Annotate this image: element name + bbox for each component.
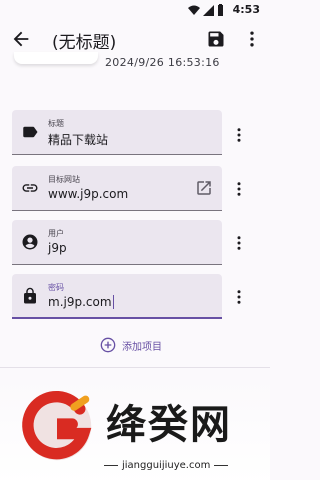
account-circle-icon — [22, 234, 38, 250]
website-field[interactable]: 目标网站 www.j9p.com — [12, 166, 222, 211]
signal-icon — [203, 4, 214, 16]
add-item-label: 添加项目 — [122, 341, 162, 353]
title-field-value[interactable]: 精品下载站 — [48, 131, 108, 148]
more-vert-icon[interactable] — [242, 29, 262, 49]
website-more-icon[interactable] — [230, 180, 248, 198]
back-arrow-icon[interactable] — [10, 28, 32, 50]
status-time: 4:53 — [232, 3, 260, 16]
watermark: 绛癸网 jiangguijiuye.com — [0, 380, 270, 480]
watermark-url-text: jiangguijiuye.com — [122, 460, 211, 471]
title-field-label: 标题 — [48, 119, 64, 128]
wifi-icon — [188, 5, 200, 15]
status-icons — [188, 4, 224, 16]
watermark-url: jiangguijiuye.com — [104, 460, 229, 471]
battery-icon — [218, 4, 223, 16]
watermark-brand: 绛癸网 — [106, 402, 232, 448]
url-dash-left — [104, 465, 118, 466]
url-dash-right — [214, 465, 229, 466]
password-field-value[interactable]: m.j9p.com — [48, 295, 114, 309]
section-divider — [0, 367, 270, 368]
label-tag-icon — [23, 126, 38, 138]
text-cursor — [112, 295, 114, 309]
status-bar: 4:53 — [0, 0, 270, 20]
username-field-label: 用户 — [48, 229, 64, 238]
icon-card-peek[interactable] — [14, 52, 98, 64]
page-title: (无标题) — [52, 33, 117, 53]
entry-datetime: 2024/9/26 16:53:16 — [105, 56, 220, 69]
website-field-value[interactable]: www.j9p.com — [48, 187, 128, 201]
add-item-button[interactable]: 添加项目 — [100, 335, 162, 355]
password-field-label: 密码 — [48, 283, 64, 292]
open-external-icon[interactable] — [195, 179, 213, 197]
username-field-value[interactable]: j9p — [48, 241, 67, 255]
website-field-label: 目标网站 — [48, 175, 80, 184]
save-icon[interactable] — [206, 29, 226, 49]
password-field[interactable]: 密码 m.j9p.com — [12, 274, 222, 319]
title-more-icon[interactable] — [230, 126, 248, 144]
add-circle-icon — [100, 337, 116, 353]
link-icon — [22, 184, 38, 192]
username-field[interactable]: 用户 j9p — [12, 220, 222, 265]
watermark-logo-icon — [22, 390, 92, 461]
lock-icon — [24, 287, 36, 304]
username-more-icon[interactable] — [230, 234, 248, 252]
password-more-icon[interactable] — [230, 288, 248, 306]
password-text: m.j9p.com — [48, 295, 112, 309]
title-field[interactable]: 标题 精品下载站 — [12, 110, 222, 155]
